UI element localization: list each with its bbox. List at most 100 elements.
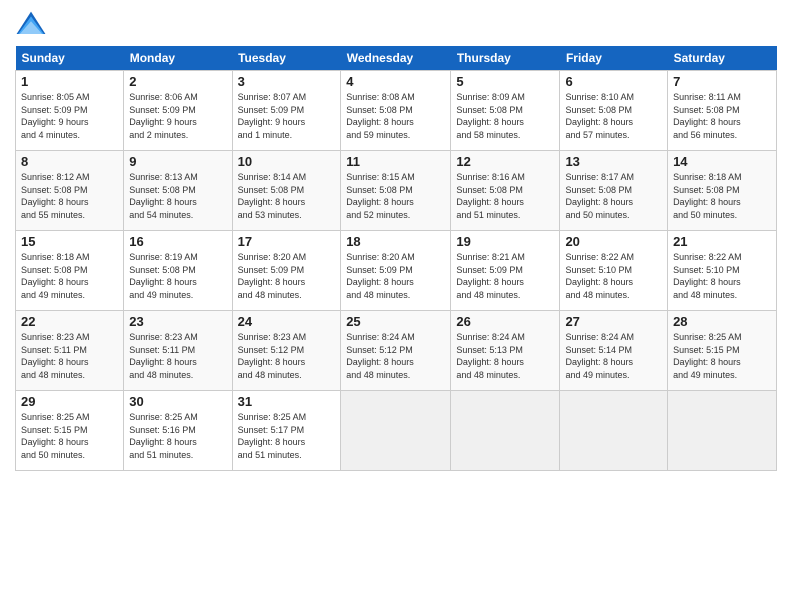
day-number: 3 <box>238 74 336 89</box>
day-info: Sunrise: 8:19 AM Sunset: 5:08 PM Dayligh… <box>129 251 226 301</box>
day-info: Sunrise: 8:14 AM Sunset: 5:08 PM Dayligh… <box>238 171 336 221</box>
calendar-cell: 11Sunrise: 8:15 AM Sunset: 5:08 PM Dayli… <box>341 151 451 231</box>
calendar-cell <box>451 391 560 471</box>
day-number: 16 <box>129 234 226 249</box>
day-info: Sunrise: 8:24 AM Sunset: 5:13 PM Dayligh… <box>456 331 554 381</box>
calendar-cell <box>341 391 451 471</box>
day-number: 18 <box>346 234 445 249</box>
calendar-cell: 15Sunrise: 8:18 AM Sunset: 5:08 PM Dayli… <box>16 231 124 311</box>
calendar-cell: 29Sunrise: 8:25 AM Sunset: 5:15 PM Dayli… <box>16 391 124 471</box>
day-info: Sunrise: 8:23 AM Sunset: 5:11 PM Dayligh… <box>21 331 118 381</box>
day-info: Sunrise: 8:22 AM Sunset: 5:10 PM Dayligh… <box>673 251 771 301</box>
day-info: Sunrise: 8:18 AM Sunset: 5:08 PM Dayligh… <box>673 171 771 221</box>
day-number: 26 <box>456 314 554 329</box>
calendar-cell: 1 Sunrise: 8:05 AM Sunset: 5:09 PM Daylig… <box>16 71 124 151</box>
day-number: 12 <box>456 154 554 169</box>
calendar-cell: 21 Sunrise: 8:22 AM Sunset: 5:10 PM Dayli… <box>668 231 777 311</box>
day-info: Sunrise: 8:24 AM Sunset: 5:12 PM Dayligh… <box>346 331 445 381</box>
calendar-cell: 9Sunrise: 8:13 AM Sunset: 5:08 PM Daylig… <box>124 151 232 231</box>
day-number: 31 <box>238 394 336 409</box>
day-number: 5 <box>456 74 554 89</box>
calendar: SundayMondayTuesdayWednesdayThursdayFrid… <box>15 46 777 471</box>
day-info: Sunrise: 8:13 AM Sunset: 5:08 PM Dayligh… <box>129 171 226 221</box>
calendar-cell: 5 Sunrise: 8:09 AM Sunset: 5:08 PM Daylig… <box>451 71 560 151</box>
day-info: Sunrise: 8:05 AM Sunset: 5:09 PM Dayligh… <box>21 91 118 141</box>
day-info: Sunrise: 8:22 AM Sunset: 5:10 PM Dayligh… <box>565 251 662 301</box>
day-number: 21 <box>673 234 771 249</box>
day-info: Sunrise: 8:21 AM Sunset: 5:09 PM Dayligh… <box>456 251 554 301</box>
calendar-week-4: 22 Sunrise: 8:23 AM Sunset: 5:11 PM Dayli… <box>16 311 777 391</box>
calendar-cell <box>668 391 777 471</box>
day-number: 15 <box>21 234 118 249</box>
calendar-cell: 8Sunrise: 8:12 AM Sunset: 5:08 PM Daylig… <box>16 151 124 231</box>
calendar-cell: 30 Sunrise: 8:25 AM Sunset: 5:16 PM Dayli… <box>124 391 232 471</box>
day-info: Sunrise: 8:09 AM Sunset: 5:08 PM Dayligh… <box>456 91 554 141</box>
calendar-cell: 4 Sunrise: 8:08 AM Sunset: 5:08 PM Daylig… <box>341 71 451 151</box>
calendar-cell: 28Sunrise: 8:25 AM Sunset: 5:15 PM Dayli… <box>668 311 777 391</box>
day-info: Sunrise: 8:25 AM Sunset: 5:17 PM Dayligh… <box>238 411 336 461</box>
day-info: Sunrise: 8:20 AM Sunset: 5:09 PM Dayligh… <box>346 251 445 301</box>
day-number: 2 <box>129 74 226 89</box>
calendar-week-3: 15Sunrise: 8:18 AM Sunset: 5:08 PM Dayli… <box>16 231 777 311</box>
weekday-header-friday: Friday <box>560 46 668 71</box>
day-number: 20 <box>565 234 662 249</box>
day-number: 17 <box>238 234 336 249</box>
day-number: 23 <box>129 314 226 329</box>
calendar-cell: 14 Sunrise: 8:18 AM Sunset: 5:08 PM Dayli… <box>668 151 777 231</box>
calendar-cell: 13 Sunrise: 8:17 AM Sunset: 5:08 PM Dayli… <box>560 151 668 231</box>
day-info: Sunrise: 8:16 AM Sunset: 5:08 PM Dayligh… <box>456 171 554 221</box>
calendar-week-5: 29Sunrise: 8:25 AM Sunset: 5:15 PM Dayli… <box>16 391 777 471</box>
day-number: 4 <box>346 74 445 89</box>
weekday-header-sunday: Sunday <box>16 46 124 71</box>
calendar-cell: 3 Sunrise: 8:07 AM Sunset: 5:09 PM Daylig… <box>232 71 341 151</box>
weekday-header-thursday: Thursday <box>451 46 560 71</box>
calendar-cell: 23Sunrise: 8:23 AM Sunset: 5:11 PM Dayli… <box>124 311 232 391</box>
day-number: 19 <box>456 234 554 249</box>
calendar-cell: 12 Sunrise: 8:16 AM Sunset: 5:08 PM Dayli… <box>451 151 560 231</box>
calendar-week-2: 8Sunrise: 8:12 AM Sunset: 5:08 PM Daylig… <box>16 151 777 231</box>
calendar-cell: 2Sunrise: 8:06 AM Sunset: 5:09 PM Daylig… <box>124 71 232 151</box>
day-info: Sunrise: 8:24 AM Sunset: 5:14 PM Dayligh… <box>565 331 662 381</box>
logo <box>15 10 51 38</box>
day-info: Sunrise: 8:11 AM Sunset: 5:08 PM Dayligh… <box>673 91 771 141</box>
day-number: 14 <box>673 154 771 169</box>
calendar-header-row: SundayMondayTuesdayWednesdayThursdayFrid… <box>16 46 777 71</box>
calendar-cell: 10Sunrise: 8:14 AM Sunset: 5:08 PM Dayli… <box>232 151 341 231</box>
calendar-cell: 31 Sunrise: 8:25 AM Sunset: 5:17 PM Dayli… <box>232 391 341 471</box>
day-number: 29 <box>21 394 118 409</box>
day-number: 11 <box>346 154 445 169</box>
day-info: Sunrise: 8:08 AM Sunset: 5:08 PM Dayligh… <box>346 91 445 141</box>
day-number: 24 <box>238 314 336 329</box>
day-number: 6 <box>565 74 662 89</box>
day-info: Sunrise: 8:25 AM Sunset: 5:15 PM Dayligh… <box>673 331 771 381</box>
weekday-header-wednesday: Wednesday <box>341 46 451 71</box>
calendar-cell: 17 Sunrise: 8:20 AM Sunset: 5:09 PM Dayli… <box>232 231 341 311</box>
day-number: 7 <box>673 74 771 89</box>
weekday-header-saturday: Saturday <box>668 46 777 71</box>
weekday-header-tuesday: Tuesday <box>232 46 341 71</box>
calendar-cell <box>560 391 668 471</box>
day-number: 22 <box>21 314 118 329</box>
day-info: Sunrise: 8:07 AM Sunset: 5:09 PM Dayligh… <box>238 91 336 141</box>
day-number: 30 <box>129 394 226 409</box>
day-number: 8 <box>21 154 118 169</box>
day-number: 1 <box>21 74 118 89</box>
day-info: Sunrise: 8:10 AM Sunset: 5:08 PM Dayligh… <box>565 91 662 141</box>
day-info: Sunrise: 8:17 AM Sunset: 5:08 PM Dayligh… <box>565 171 662 221</box>
day-info: Sunrise: 8:25 AM Sunset: 5:16 PM Dayligh… <box>129 411 226 461</box>
calendar-cell: 26 Sunrise: 8:24 AM Sunset: 5:13 PM Dayli… <box>451 311 560 391</box>
calendar-cell: 20 Sunrise: 8:22 AM Sunset: 5:10 PM Dayli… <box>560 231 668 311</box>
calendar-cell: 25Sunrise: 8:24 AM Sunset: 5:12 PM Dayli… <box>341 311 451 391</box>
calendar-cell: 16 Sunrise: 8:19 AM Sunset: 5:08 PM Dayli… <box>124 231 232 311</box>
calendar-cell: 24 Sunrise: 8:23 AM Sunset: 5:12 PM Dayli… <box>232 311 341 391</box>
day-number: 27 <box>565 314 662 329</box>
calendar-week-1: 1 Sunrise: 8:05 AM Sunset: 5:09 PM Daylig… <box>16 71 777 151</box>
header <box>15 10 777 38</box>
logo-icon <box>15 10 47 38</box>
calendar-cell: 6 Sunrise: 8:10 AM Sunset: 5:08 PM Daylig… <box>560 71 668 151</box>
day-info: Sunrise: 8:20 AM Sunset: 5:09 PM Dayligh… <box>238 251 336 301</box>
weekday-header-monday: Monday <box>124 46 232 71</box>
calendar-cell: 22 Sunrise: 8:23 AM Sunset: 5:11 PM Dayli… <box>16 311 124 391</box>
day-number: 13 <box>565 154 662 169</box>
day-info: Sunrise: 8:23 AM Sunset: 5:12 PM Dayligh… <box>238 331 336 381</box>
